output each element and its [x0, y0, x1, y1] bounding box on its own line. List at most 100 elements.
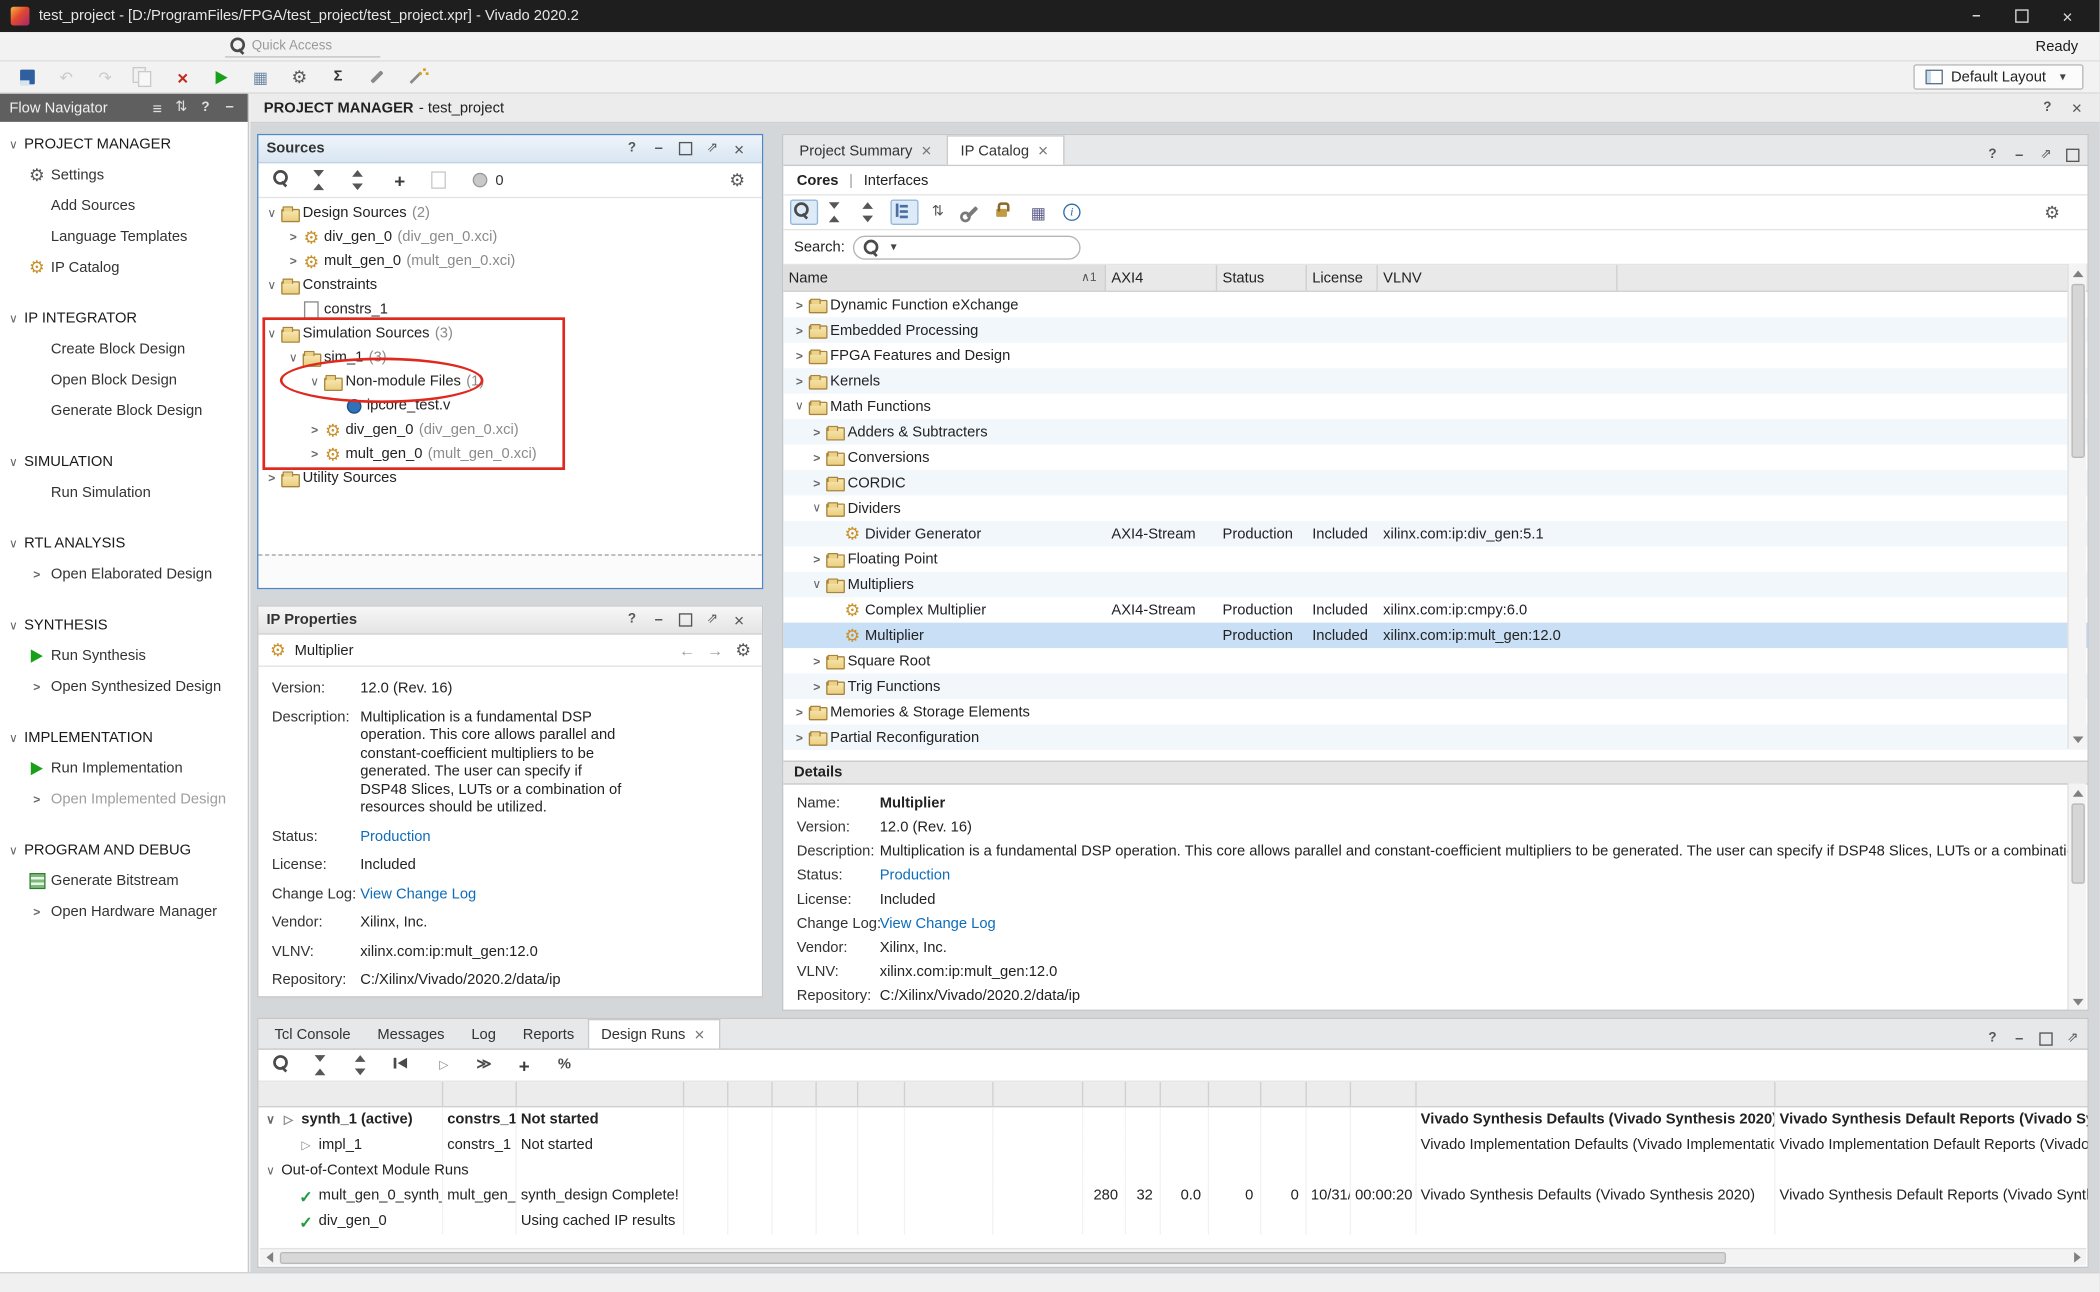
column-header[interactable] [1351, 1082, 1417, 1106]
flow-settings[interactable]: Settings [0, 159, 248, 190]
help-icon[interactable] [623, 139, 642, 158]
column-header[interactable] [258, 1082, 443, 1106]
expander-icon[interactable] [307, 374, 323, 389]
expander-icon[interactable] [307, 423, 323, 436]
percentage-icon[interactable] [550, 1052, 578, 1077]
expander-icon[interactable] [809, 476, 825, 489]
scroll-down-icon[interactable] [2069, 731, 2085, 747]
column-header[interactable] [817, 1082, 859, 1106]
expand-all-icon[interactable] [857, 200, 885, 225]
search-icon[interactable] [269, 167, 297, 192]
catalog-memories-storage-elements[interactable]: Memories & Storage Elements [783, 699, 2087, 724]
reports-icon[interactable] [246, 64, 274, 89]
maximize-icon[interactable] [676, 139, 695, 158]
layout-table-icon[interactable] [1024, 200, 1052, 225]
flow-section-header[interactable]: SIMULATION [0, 447, 248, 476]
scrollbar-thumb[interactable] [2071, 803, 2084, 883]
tree-constrs-1[interactable]: constrs_1 [258, 297, 761, 321]
tree-simulation-sources[interactable]: Simulation Sources (3) [258, 321, 761, 345]
flow-section-header[interactable]: PROGRAM AND DEBUG [0, 836, 248, 865]
details-scrollbar[interactable] [2067, 783, 2086, 1011]
add-sources-icon[interactable] [386, 167, 414, 192]
catalog-math-functions[interactable]: Math Functions [783, 394, 2087, 419]
catalog-dynamic-function-exchange[interactable]: Dynamic Function eXchange [783, 292, 2087, 317]
expander-icon[interactable] [791, 349, 807, 362]
back-icon[interactable] [678, 641, 697, 660]
expander-icon[interactable] [262, 1107, 278, 1132]
expander-icon[interactable] [264, 278, 280, 293]
horizontal-scrollbar[interactable] [260, 1248, 2086, 1265]
column-header[interactable] [728, 1082, 772, 1106]
copy-icon[interactable] [130, 64, 158, 89]
catalog-conversions[interactable]: Conversions [783, 445, 2087, 470]
expander-icon[interactable] [791, 323, 807, 336]
scroll-right-icon[interactable] [2067, 1249, 2086, 1265]
menu-reports[interactable] [94, 42, 115, 50]
flow-open-hardware-manager[interactable]: Open Hardware Manager [0, 896, 248, 927]
column-header[interactable] [684, 1082, 728, 1106]
help-icon[interactable] [2038, 98, 2057, 117]
catalog-search-input[interactable] [906, 239, 1072, 255]
flow-open-synthesized-design[interactable]: Open Synthesized Design [0, 671, 248, 702]
restore-order-icon[interactable] [924, 200, 952, 225]
lock-icon[interactable] [991, 200, 1019, 225]
expander-icon[interactable] [809, 451, 825, 464]
close-icon[interactable] [730, 139, 749, 158]
search-icon[interactable] [269, 1052, 297, 1077]
flow-generate-block-design[interactable]: Generate Block Design [0, 395, 248, 426]
flow-section-header[interactable]: RTL ANALYSIS [0, 529, 248, 558]
scrollbar-thumb[interactable] [280, 1251, 1726, 1263]
tab-hierarchy[interactable] [262, 568, 283, 576]
expander-icon[interactable] [791, 705, 807, 718]
tree-design-sources[interactable]: Design Sources (2) [258, 201, 761, 225]
minimize-icon[interactable] [221, 98, 238, 117]
scroll-left-icon[interactable] [260, 1249, 279, 1265]
tab-log[interactable]: Log [458, 1019, 509, 1048]
settings-gear-icon[interactable] [2038, 200, 2066, 225]
minimize-icon[interactable] [649, 611, 668, 630]
menu-tools[interactable] [72, 42, 93, 50]
tree-non-module-files[interactable]: Non-module Files (1) [258, 370, 761, 394]
menu-view[interactable] [158, 42, 179, 50]
catalog-floating-point[interactable]: Floating Point [783, 546, 2087, 571]
run-impl-1[interactable]: impl_1 constrs_1 Not started [258, 1133, 2087, 1158]
maximize-icon[interactable] [2063, 146, 2082, 165]
close-icon[interactable] [919, 143, 934, 158]
flow-section-header[interactable]: IMPLEMENTATION [0, 723, 248, 752]
column-header[interactable] [1083, 1082, 1126, 1106]
tree-mult-gen-0[interactable]: mult_gen_0 (mult_gen_0.xci) [258, 249, 761, 273]
flow-open-block-design[interactable]: Open Block Design [0, 364, 248, 395]
save-icon[interactable] [13, 64, 41, 89]
maximize-icon[interactable] [2037, 1030, 2056, 1049]
help-icon[interactable] [623, 611, 642, 630]
catalog-divider-generator[interactable]: Divider Generator AXI4-Stream Production… [783, 521, 2087, 546]
column-header[interactable] [1126, 1082, 1161, 1106]
column-header[interactable] [443, 1082, 517, 1106]
minimize-icon[interactable] [649, 139, 668, 158]
layout-selector[interactable]: Default Layout [1914, 64, 2084, 89]
minimize-icon[interactable] [2010, 146, 2029, 165]
menu-flow[interactable] [51, 42, 72, 50]
catalog-trig-functions[interactable]: Trig Functions [783, 674, 2087, 699]
collapse-all-icon[interactable] [309, 1052, 337, 1077]
settings-gear-icon[interactable] [723, 167, 751, 192]
menu-file[interactable] [8, 42, 29, 50]
minimize-icon[interactable] [1955, 3, 1998, 30]
expander-icon[interactable] [809, 577, 825, 592]
open-file-icon[interactable] [424, 167, 452, 192]
settings-gear-icon[interactable] [734, 641, 753, 660]
scroll-up-icon[interactable] [2069, 785, 2085, 801]
catalog-fpga-features-and-design[interactable]: FPGA Features and Design [783, 343, 2087, 368]
close-icon[interactable] [692, 1027, 707, 1042]
column-header[interactable] [1209, 1082, 1261, 1106]
expander-icon[interactable] [285, 230, 301, 243]
search-icon[interactable] [790, 200, 818, 225]
flow-run-synthesis[interactable]: Run Synthesis [0, 640, 248, 671]
close-icon[interactable] [1036, 143, 1051, 158]
settings-gear-icon[interactable] [285, 64, 313, 89]
wand-icon[interactable] [402, 64, 430, 89]
expander-icon[interactable] [262, 1158, 278, 1183]
expander-icon[interactable] [791, 298, 807, 311]
column-header[interactable] [1161, 1082, 1209, 1106]
flow-generate-bitstream[interactable]: Generate Bitstream [0, 865, 248, 896]
